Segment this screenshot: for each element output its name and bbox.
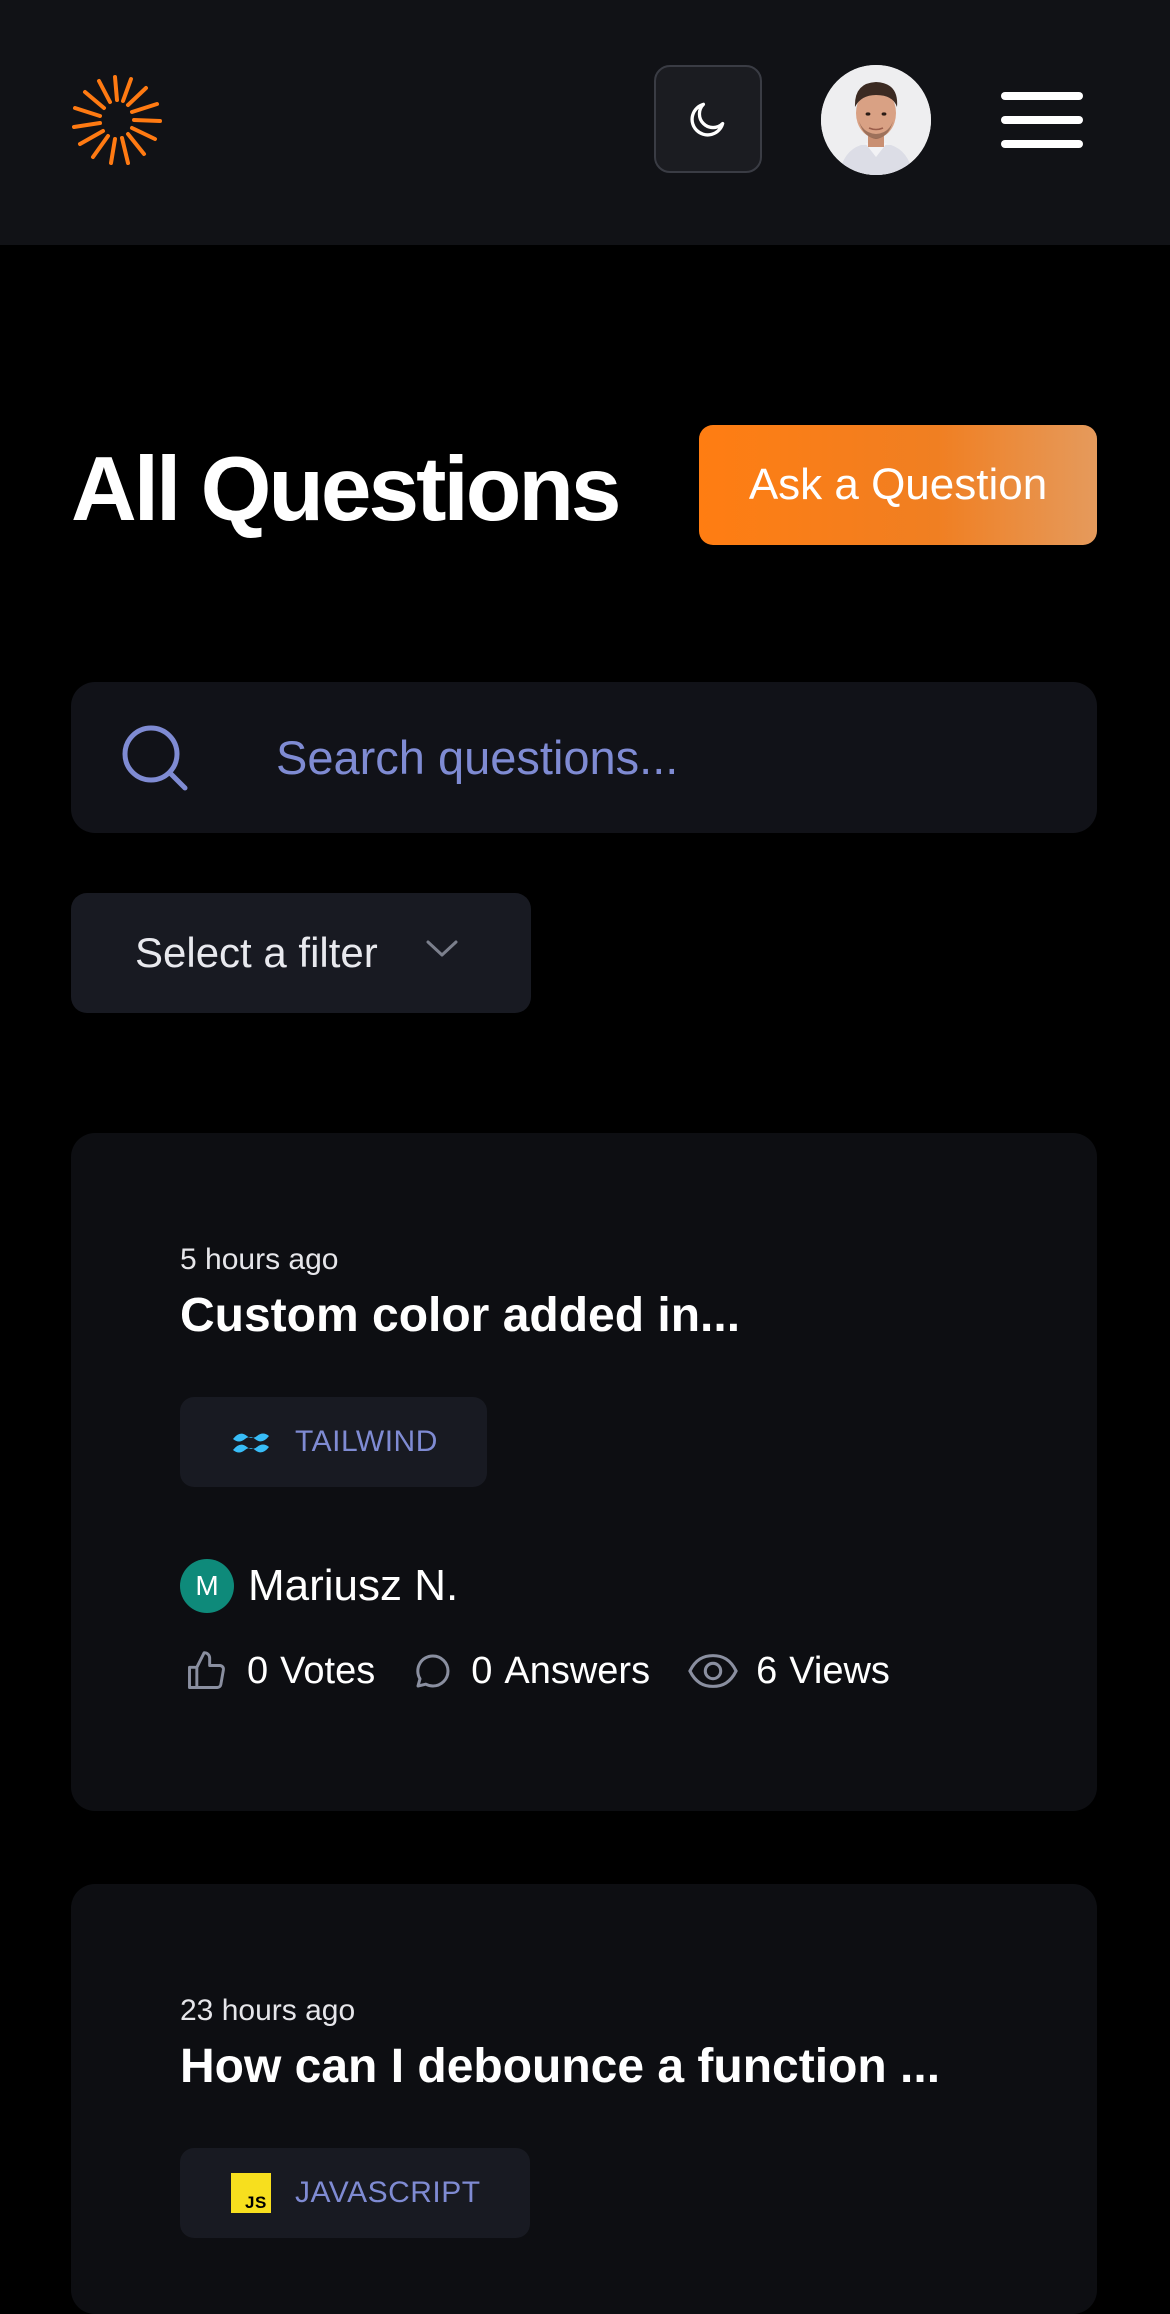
author-avatar: M	[180, 1559, 234, 1613]
votes-count: 0	[247, 1649, 269, 1692]
thumbs-up-icon	[188, 1651, 225, 1689]
question-time: 23 hours ago	[180, 1994, 356, 2027]
tag-label: TAILWIND	[295, 1425, 438, 1458]
views-label: Views	[789, 1649, 890, 1692]
filter-select-label: Select a filter	[135, 929, 378, 976]
views-count: 6	[756, 1649, 778, 1692]
answers-stat: 0 Answers	[413, 1650, 650, 1693]
search-icon	[122, 725, 188, 791]
votes-label: Votes	[280, 1649, 376, 1692]
search-bar	[71, 682, 1097, 833]
page-title: All Questions	[71, 439, 622, 540]
author-name[interactable]: Mariusz N.	[248, 1561, 458, 1611]
question-title[interactable]: How can I debounce a function ...	[180, 2039, 940, 2094]
user-avatar-photo	[821, 65, 931, 175]
hamburger-menu-button[interactable]	[1001, 88, 1085, 150]
tailwind-icon	[229, 1420, 273, 1464]
javascript-icon: JS	[229, 2171, 273, 2215]
answers-label: Answers	[504, 1649, 651, 1692]
question-tag[interactable]: JS JAVASCRIPT	[180, 2148, 530, 2238]
question-time: 5 hours ago	[180, 1243, 339, 1276]
menu-line	[1001, 140, 1083, 148]
top-navbar	[0, 0, 1170, 245]
search-input[interactable]	[276, 682, 1056, 833]
question-card[interactable]: 23 hours ago How can I debounce a functi…	[71, 1884, 1097, 2314]
question-tag[interactable]: TAILWIND	[180, 1397, 487, 1487]
question-card[interactable]: 5 hours ago Custom color added in... TAI…	[71, 1133, 1097, 1811]
ask-question-button[interactable]: Ask a Question	[699, 425, 1097, 545]
question-author[interactable]: M Mariusz N.	[180, 1559, 458, 1613]
menu-line	[1001, 92, 1083, 100]
votes-stat: 0 Votes	[183, 1649, 375, 1693]
comment-icon	[416, 1654, 450, 1688]
views-stat: 6 Views	[688, 1650, 890, 1693]
svg-text:JS: JS	[245, 2193, 267, 2212]
moon-icon	[690, 102, 725, 137]
filter-select[interactable]: Select a filter	[71, 893, 531, 1013]
question-title[interactable]: Custom color added in...	[180, 1288, 740, 1343]
menu-line	[1001, 116, 1083, 124]
user-avatar[interactable]	[821, 65, 931, 175]
chevron-down-icon	[426, 940, 458, 957]
question-stats: 0 Votes 0 Answers 6 Views	[183, 1649, 928, 1693]
eye-icon	[688, 1654, 738, 1688]
theme-toggle-button[interactable]	[654, 65, 762, 173]
answers-count: 0	[471, 1649, 493, 1692]
sunburst-logo-icon[interactable]	[71, 74, 163, 166]
tag-label: JAVASCRIPT	[295, 2176, 481, 2209]
